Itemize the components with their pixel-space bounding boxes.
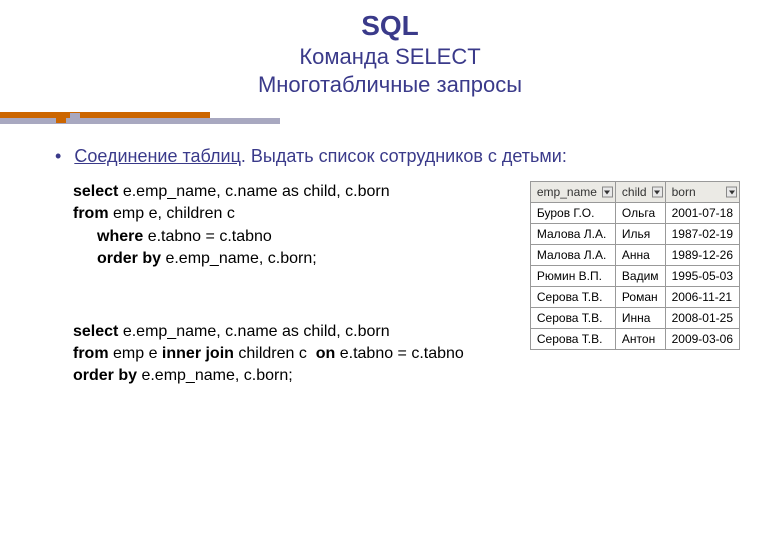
th-label: emp_name [537,185,597,199]
table-cell: Инна [615,308,665,329]
dropdown-icon[interactable] [652,187,663,198]
code2-mid1: emp e [109,345,162,362]
bullet-intro: • Соединение таблиц. Выдать список сотру… [55,146,740,167]
dropdown-icon[interactable] [602,187,613,198]
table-header-empname[interactable]: emp_name [530,182,615,203]
code1-line3: e.tabno = c.tabno [143,228,272,245]
table-cell: Серова Т.В. [530,308,615,329]
accent-bars [0,112,780,128]
page-subtitle-2: Многотабличные запросы [0,72,780,98]
code2-line2-rest: e.tabno = c.tabno [335,345,464,362]
kw-innerjoin: inner join [162,345,234,362]
table-row: Серова Т.В.Роман2006-11-21 [530,287,739,308]
table-cell: Анна [615,245,665,266]
table-cell: Буров Г.О. [530,203,615,224]
table-cell: Антон [615,329,665,350]
th-label: child [622,185,647,199]
kw-select-2: select [73,323,118,340]
result-table: emp_name child born Буров Г.О.Ольга2001-… [530,181,740,350]
accent-square-orange [56,113,66,123]
table-row: Малова Л.А.Анна1989-12-26 [530,245,739,266]
kw-on: on [316,345,336,362]
table-header-born[interactable]: born [665,182,739,203]
kw-orderby: order by [97,250,161,267]
table-cell: 2006-11-21 [665,287,739,308]
table-cell: 1995-05-03 [665,266,739,287]
code2-mid2: children c [234,345,316,362]
table-row: Серова Т.В.Антон2009-03-06 [530,329,739,350]
table-cell: 2008-01-25 [665,308,739,329]
sql-code-block-2: select e.emp_name, c.name as child, c.bo… [73,321,520,388]
accent-bar-gray [0,118,280,124]
page-title: SQL [0,10,780,42]
table-cell: Ольга [615,203,665,224]
code1-line4: e.emp_name, c.born; [161,250,317,267]
dropdown-icon[interactable] [726,187,737,198]
code1-line2: emp e, children c [109,205,235,222]
bullet-underlined-text: Соединение таблиц [74,146,241,166]
table-cell: 2009-03-06 [665,329,739,350]
code2-line1: e.emp_name, c.name as child, c.born [118,323,389,340]
table-row: Буров Г.О.Ольга2001-07-18 [530,203,739,224]
bullet-marker: • [55,146,69,166]
table-header-row: emp_name child born [530,182,739,203]
kw-where: where [97,228,143,245]
table-cell: Малова Л.А. [530,245,615,266]
table-cell: Вадим [615,266,665,287]
sql-code-block-1: select e.emp_name, c.name as child, c.bo… [73,181,520,271]
table-cell: Илья [615,224,665,245]
bullet-rest-text: . Выдать список сотрудников с детьми: [241,146,567,166]
page-subtitle-1: Команда SELECT [0,44,780,70]
table-cell: Малова Л.А. [530,224,615,245]
code2-line3: e.emp_name, c.born; [137,367,293,384]
table-row: Рюмин В.П.Вадим1995-05-03 [530,266,739,287]
code1-line1: e.emp_name, c.name as child, c.born [118,183,389,200]
table-cell: Серова Т.В. [530,287,615,308]
accent-square-gray [70,113,80,123]
kw-select: select [73,183,118,200]
kw-from: from [73,205,109,222]
kw-orderby-2: order by [73,367,137,384]
table-header-child[interactable]: child [615,182,665,203]
kw-from-2: from [73,345,109,362]
th-label: born [672,185,696,199]
table-cell: Рюмин В.П. [530,266,615,287]
table-cell: 2001-07-18 [665,203,739,224]
table-cell: 1987-02-19 [665,224,739,245]
table-row: Серова Т.В.Инна2008-01-25 [530,308,739,329]
table-cell: Серова Т.В. [530,329,615,350]
table-cell: Роман [615,287,665,308]
table-cell: 1989-12-26 [665,245,739,266]
table-row: Малова Л.А.Илья1987-02-19 [530,224,739,245]
